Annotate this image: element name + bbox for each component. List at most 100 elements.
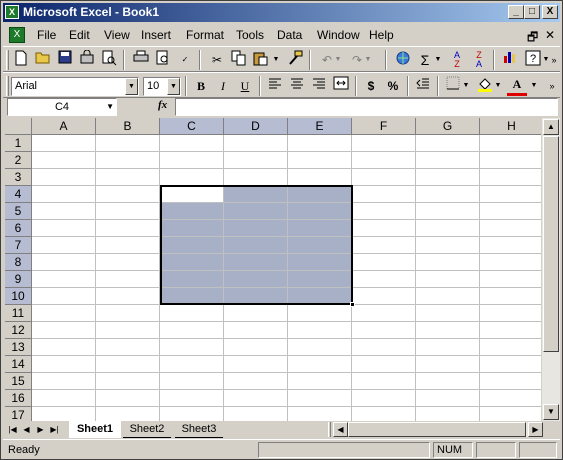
autosum-dropdown-icon[interactable]: ▼	[433, 50, 443, 70]
menu-help[interactable]: Help	[369, 28, 394, 42]
workbook-icon[interactable]: X	[9, 27, 25, 43]
undo-dropdown-icon[interactable]: ▼	[333, 50, 343, 70]
sheet-tab-sheet3[interactable]: Sheet3	[175, 421, 223, 438]
formula-input[interactable]	[175, 98, 558, 116]
row-header-2[interactable]: 2	[5, 152, 32, 169]
toolbar-grip[interactable]	[6, 50, 9, 70]
column-header-g[interactable]: G	[416, 118, 480, 135]
menu-edit[interactable]: Edit	[69, 28, 90, 42]
font-size-dropdown-icon[interactable]: ▼	[167, 78, 180, 95]
bold-button[interactable]: B	[191, 76, 211, 96]
column-header-f[interactable]: F	[352, 118, 416, 135]
align-right-icon[interactable]	[309, 76, 329, 96]
scroll-right-icon[interactable]: ▶	[528, 422, 543, 437]
font-color-icon[interactable]: A	[507, 76, 527, 96]
insert-function-icon[interactable]: fx	[158, 99, 167, 111]
fill-handle[interactable]	[350, 302, 355, 307]
close-button[interactable]: X	[542, 5, 558, 19]
column-header-a[interactable]: A	[32, 118, 96, 135]
row-header-15[interactable]: 15	[5, 373, 32, 390]
prev-sheet-icon[interactable]: ◀	[20, 422, 33, 437]
sort-descending-icon[interactable]: ZA	[469, 50, 489, 70]
restore-button[interactable]: □	[524, 5, 540, 19]
percent-button[interactable]: %	[383, 76, 403, 96]
font-color-dropdown-icon[interactable]: ▼	[529, 76, 539, 96]
last-sheet-icon[interactable]: ▶|	[48, 422, 61, 437]
scroll-down-icon[interactable]: ▼	[543, 404, 559, 420]
mdi-close-icon[interactable]: ✕	[545, 28, 555, 42]
row-header-17[interactable]: 17	[5, 407, 32, 421]
copy-icon[interactable]	[229, 50, 249, 70]
menu-tools[interactable]: Tools	[236, 28, 264, 42]
print-icon[interactable]	[131, 50, 151, 70]
font-size-combo[interactable]: 10 ▼	[143, 77, 181, 96]
cut-icon[interactable]: ✂	[207, 50, 227, 70]
format-painter-icon[interactable]	[285, 50, 305, 70]
worksheet-grid[interactable]: ABCDEFGH 1 2 3 4 5 6 7 8 9 10 11 12 13 14 15 16 17	[5, 118, 541, 421]
row-header-11[interactable]: 11	[5, 305, 32, 322]
scroll-left-icon[interactable]: ◀	[333, 422, 348, 437]
spelling-icon[interactable]: ✓	[175, 50, 195, 70]
next-sheet-icon[interactable]: ▶	[34, 422, 47, 437]
italic-button[interactable]: I	[213, 76, 233, 96]
row-header-9[interactable]: 9	[5, 271, 32, 288]
sort-ascending-icon[interactable]: AZ	[447, 50, 467, 70]
row-header-6[interactable]: 6	[5, 220, 32, 237]
underline-button[interactable]: U	[235, 76, 255, 96]
vertical-scroll-thumb[interactable]	[543, 136, 559, 352]
paste-dropdown-icon[interactable]: ▼	[271, 50, 281, 70]
new-icon[interactable]	[11, 50, 31, 70]
toolbar-grip[interactable]	[6, 76, 9, 96]
scroll-up-icon[interactable]: ▲	[543, 119, 559, 135]
row-header-3[interactable]: 3	[5, 169, 32, 186]
redo-dropdown-icon[interactable]: ▼	[363, 50, 373, 70]
row-header-13[interactable]: 13	[5, 339, 32, 356]
font-name-dropdown-icon[interactable]: ▼	[125, 78, 138, 95]
tab-split-handle[interactable]	[328, 422, 331, 437]
currency-button[interactable]: $	[361, 76, 381, 96]
row-header-10[interactable]: 10	[5, 288, 32, 305]
align-left-icon[interactable]	[265, 76, 285, 96]
row-header-5[interactable]: 5	[5, 203, 32, 220]
name-box-dropdown-icon[interactable]: ▼	[106, 99, 114, 115]
row-header-4[interactable]: 4	[5, 186, 32, 203]
borders-icon[interactable]	[443, 76, 463, 96]
chart-wizard-icon[interactable]	[501, 50, 521, 70]
row-header-14[interactable]: 14	[5, 356, 32, 373]
row-header-12[interactable]: 12	[5, 322, 32, 339]
first-sheet-icon[interactable]: |◀	[6, 422, 19, 437]
fill-color-dropdown-icon[interactable]: ▼	[493, 76, 503, 96]
column-header-b[interactable]: B	[96, 118, 160, 135]
permission-icon[interactable]	[77, 49, 97, 70]
paste-icon[interactable]	[251, 50, 271, 70]
autosum-icon[interactable]: Σ	[415, 50, 435, 70]
menu-format[interactable]: Format	[186, 28, 224, 42]
menu-data[interactable]: Data	[277, 28, 302, 42]
column-header-c[interactable]: C	[160, 118, 224, 135]
vertical-scrollbar[interactable]: ▲ ▼	[542, 118, 560, 421]
row-header-8[interactable]: 8	[5, 254, 32, 271]
sheet-tab-sheet1[interactable]: Sheet1	[69, 421, 121, 438]
decrease-indent-icon[interactable]	[413, 76, 433, 96]
minimize-button[interactable]: _	[508, 5, 524, 19]
column-header-e[interactable]: E	[288, 118, 352, 135]
hyperlink-icon[interactable]	[393, 50, 413, 70]
align-center-icon[interactable]	[287, 76, 307, 96]
menu-file[interactable]: File	[37, 28, 56, 42]
column-header-d[interactable]: D	[224, 118, 288, 135]
menu-window[interactable]: Window	[317, 28, 360, 42]
merge-center-icon[interactable]	[331, 76, 351, 96]
help-icon[interactable]: ?	[523, 50, 543, 70]
sheet-tab-sheet2[interactable]: Sheet2	[123, 421, 171, 438]
print-preview-icon[interactable]	[99, 50, 119, 70]
fill-color-icon[interactable]	[475, 76, 495, 96]
borders-dropdown-icon[interactable]: ▼	[461, 76, 471, 96]
excel-app-icon[interactable]: X	[5, 5, 19, 19]
horizontal-scroll-thumb[interactable]	[348, 422, 526, 437]
select-all-button[interactable]	[5, 118, 32, 135]
open-icon[interactable]	[33, 50, 53, 70]
title-bar[interactable]: X Microsoft Excel - Book1 _ □ X	[3, 3, 560, 22]
row-header-7[interactable]: 7	[5, 237, 32, 254]
horizontal-scrollbar[interactable]: ◀ ▶	[333, 422, 543, 437]
toolbar-options-icon[interactable]: »	[549, 50, 559, 70]
